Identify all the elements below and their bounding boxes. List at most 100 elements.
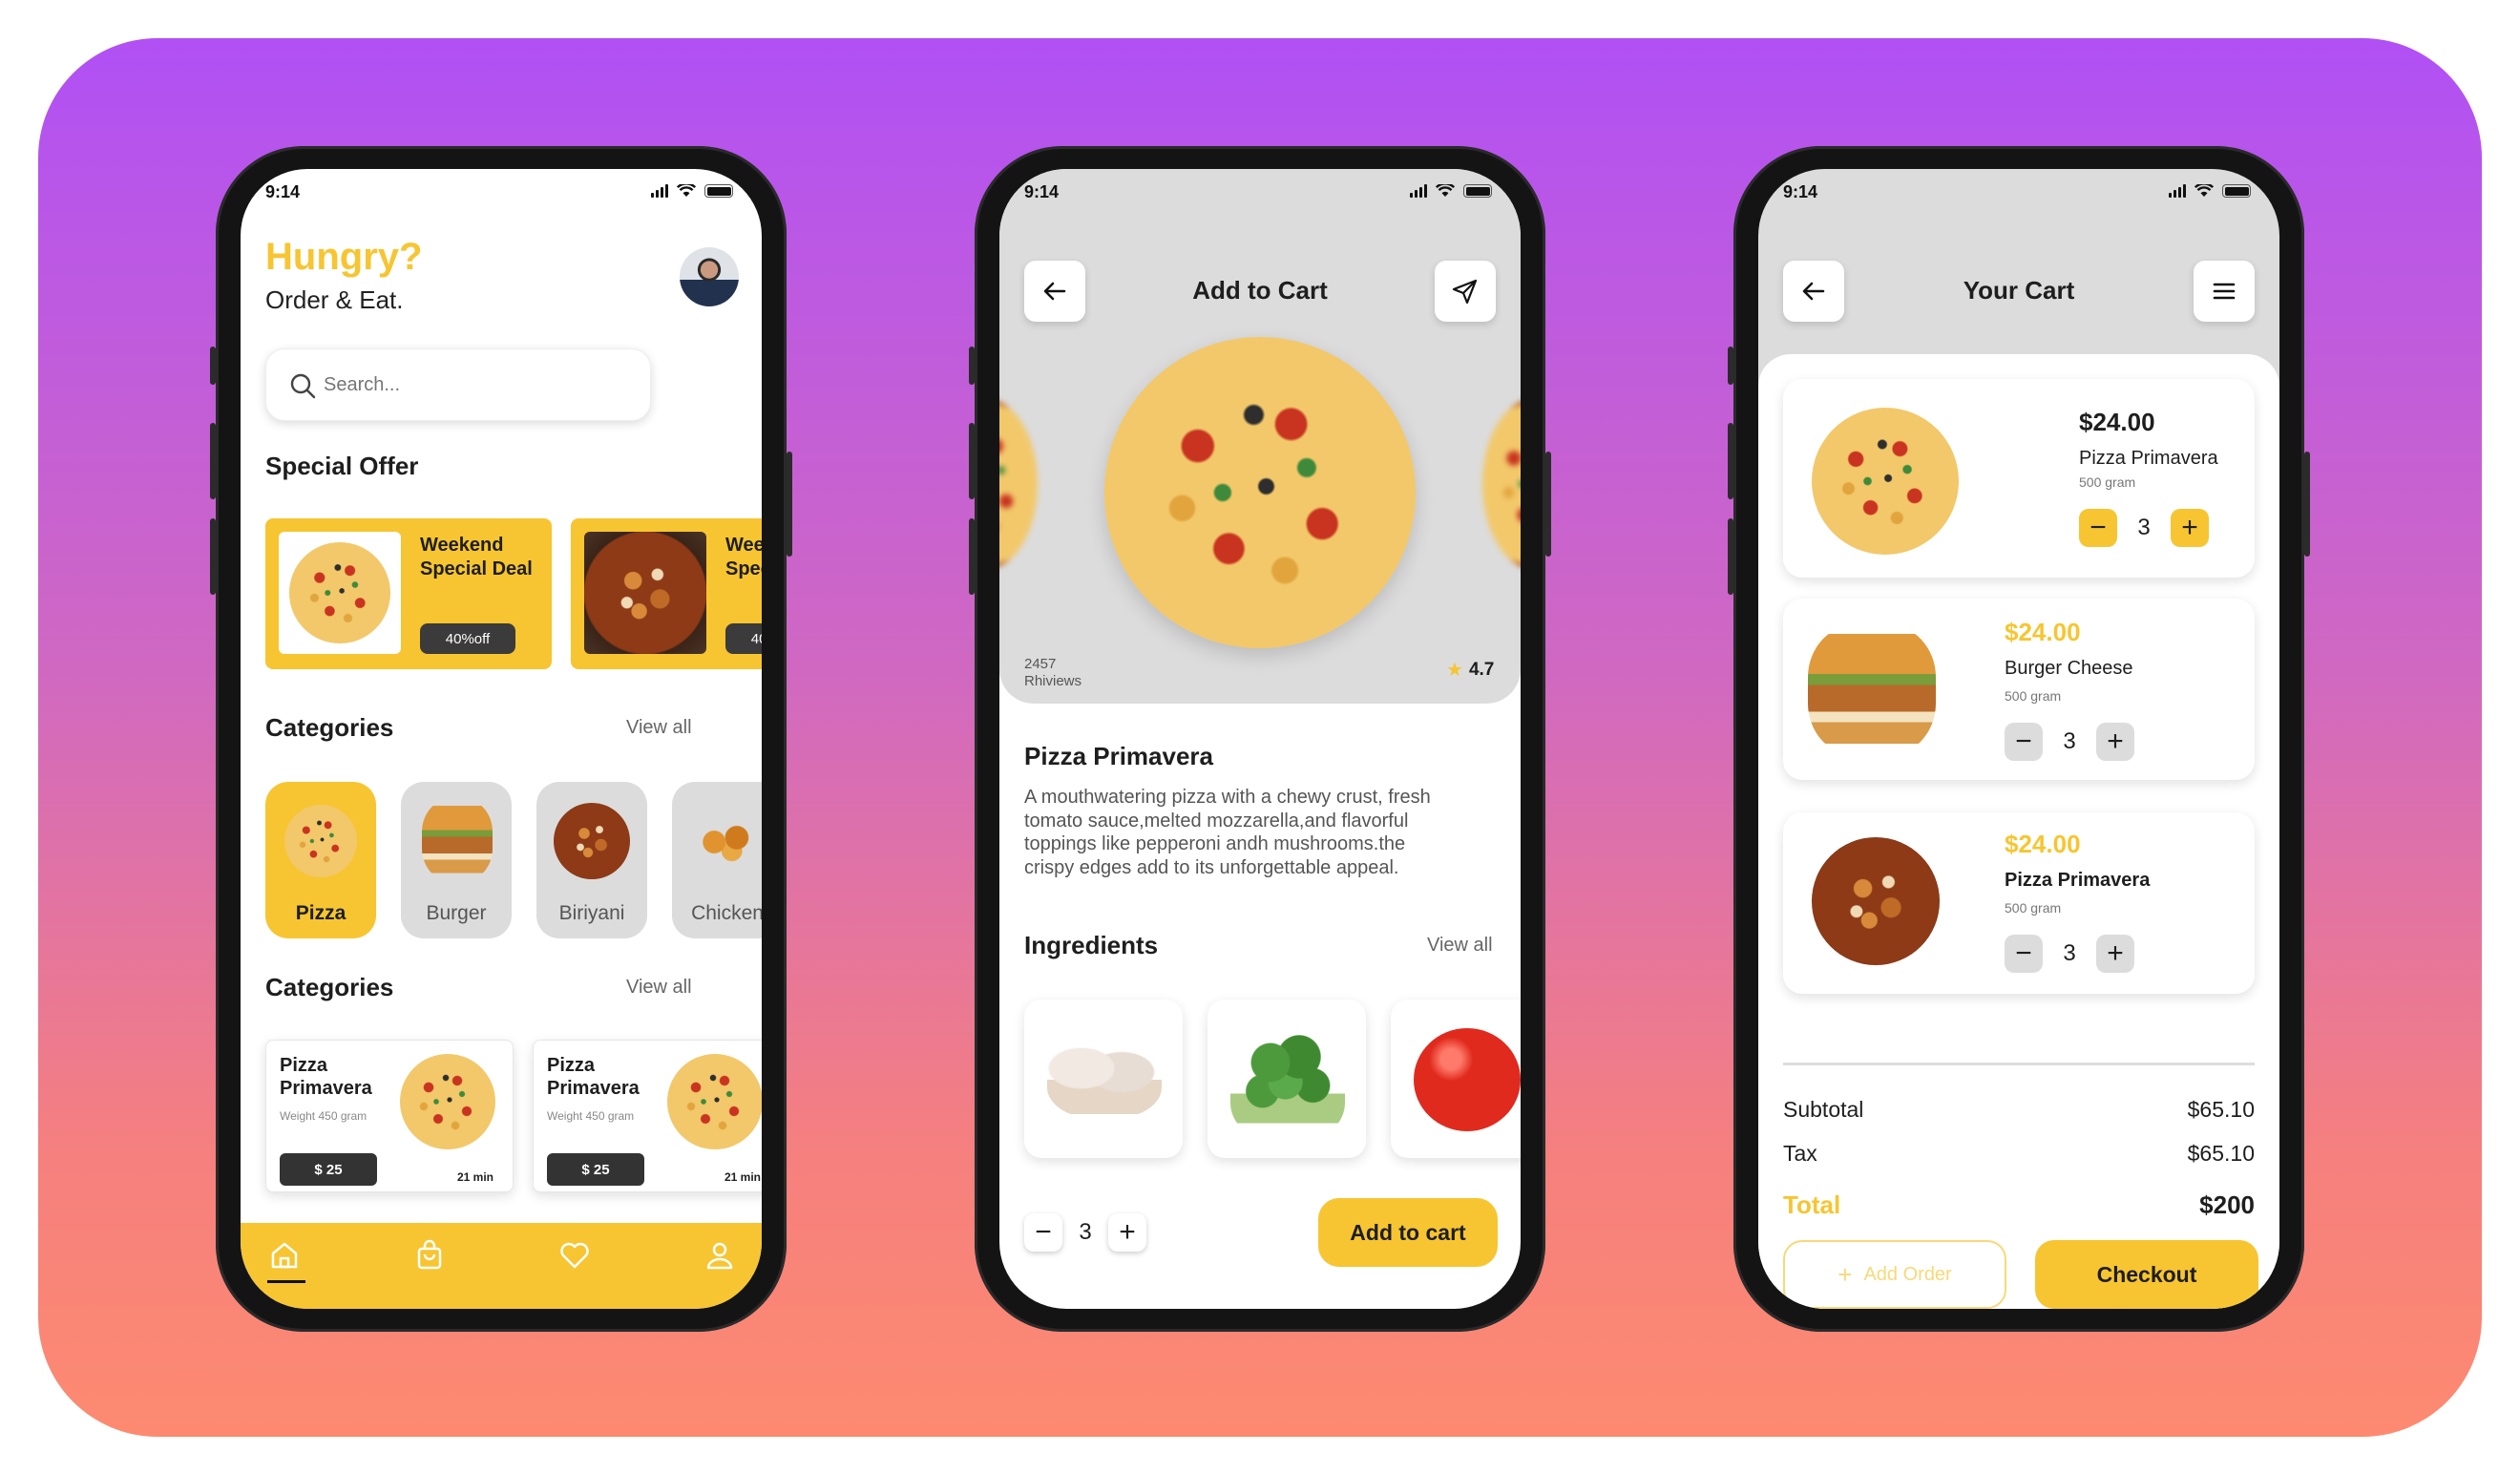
- ingredient-card[interactable]: [1391, 1000, 1521, 1158]
- gradient-background: 9:14 Hungry? Order & Eat. Special Offer: [38, 38, 2482, 1437]
- cart-item[interactable]: $24.00 Pizza Primavera 500 gram − 3 +: [1783, 812, 2255, 994]
- quantity-value: 3: [2063, 940, 2076, 966]
- tax-value: $65.10: [2187, 1141, 2255, 1166]
- view-all-link[interactable]: View all: [626, 717, 692, 739]
- cart-screen: 9:14 Your Cart $24.00 Pizza Primavera 50…: [1758, 169, 2279, 1309]
- decrement-button[interactable]: −: [1024, 1213, 1062, 1252]
- wifi-icon: [1436, 184, 1455, 197]
- cart-item-weight: 500 gram: [2005, 900, 2062, 916]
- cart-item-price: $24.00: [2005, 830, 2081, 858]
- rating-value: 4.7: [1468, 659, 1495, 680]
- cart-item-price: $24.00: [2079, 408, 2155, 436]
- phone-cart: 9:14 Your Cart $24.00 Pizza Primavera 50…: [1728, 146, 2310, 1332]
- burger-icon: [422, 799, 493, 881]
- product-price: $ 25: [280, 1153, 377, 1186]
- offer-card[interactable]: Weekend Special Deal 40%off: [265, 518, 552, 669]
- pizza-icon: [284, 805, 357, 877]
- decrement-button[interactable]: −: [2005, 935, 2043, 973]
- offer-title-line2: Special Deal: [420, 558, 533, 579]
- offer-card[interactable]: Weekend Special Deal 40%off: [571, 518, 762, 669]
- status-time: 9:14: [1783, 182, 1818, 201]
- category-biriyani[interactable]: Biriyani: [536, 782, 647, 938]
- wifi-icon: [677, 184, 696, 197]
- cart-item-weight: 500 gram: [2005, 688, 2062, 704]
- product-description: A mouthwatering pizza with a chewy crust…: [1024, 787, 1431, 878]
- reviews-label: Rhiviews: [1024, 673, 1082, 689]
- decrement-button[interactable]: −: [2005, 723, 2043, 761]
- increment-button[interactable]: +: [2096, 723, 2134, 761]
- status-time: 9:14: [1024, 182, 1060, 201]
- menu-button[interactable]: [2194, 261, 2255, 322]
- increment-button[interactable]: +: [2171, 509, 2209, 547]
- pizza-hero-image: [1104, 337, 1416, 648]
- search-icon: [290, 373, 316, 399]
- cart-item-name: Burger Cheese: [2005, 658, 2133, 679]
- user-icon[interactable]: [703, 1238, 737, 1273]
- category-label: Burger: [426, 902, 487, 924]
- cart-item-name: Pizza Primavera: [2079, 448, 2218, 469]
- product-weight: Weight 450 gram: [547, 1109, 635, 1123]
- pizza-image: [289, 542, 390, 643]
- offer-title-line1: Weekend: [420, 535, 504, 556]
- cart-item-name: Pizza Primavera: [2005, 870, 2151, 891]
- share-button[interactable]: [1435, 261, 1496, 322]
- ingredient-card[interactable]: [1024, 1000, 1183, 1158]
- product-card[interactable]: Pizza Primavera Weight 450 gram $ 25 21 …: [533, 1040, 762, 1192]
- offer-title-line1: Weekend: [725, 535, 762, 556]
- pizza-image-next: [1482, 398, 1521, 570]
- ingredients-title: Ingredients: [1024, 931, 1159, 959]
- increment-button[interactable]: +: [2096, 935, 2134, 973]
- category-chicken[interactable]: Chicken: [672, 782, 762, 938]
- product-name: Pizza Primavera: [1024, 742, 1214, 770]
- battery-icon: [704, 184, 733, 198]
- bag-icon[interactable]: [412, 1238, 447, 1273]
- special-offer-title: Special Offer: [265, 452, 419, 480]
- nav-home[interactable]: [267, 1238, 305, 1286]
- offer-badge: 40%off: [725, 623, 762, 654]
- view-all-link[interactable]: View all: [1427, 935, 1493, 957]
- add-order-button[interactable]: + Add Order: [1783, 1240, 2006, 1309]
- pizza-image: [1812, 408, 1959, 555]
- status-bar: 9:14: [999, 169, 1521, 217]
- divider: [1783, 1063, 2255, 1065]
- offer-badge: 40%off: [420, 623, 515, 654]
- checkout-button[interactable]: Checkout: [2035, 1240, 2258, 1309]
- quantity-value: 3: [2137, 515, 2151, 540]
- decrement-button[interactable]: −: [2079, 509, 2117, 547]
- phone-home: 9:14 Hungry? Order & Eat. Special Offer: [210, 146, 792, 1332]
- product-card[interactable]: Pizza Primavera Weight 450 gram $ 25 21 …: [265, 1040, 514, 1192]
- view-all-link[interactable]: View all: [626, 977, 692, 999]
- search-input[interactable]: [324, 368, 629, 401]
- category-burger[interactable]: Burger: [401, 782, 512, 938]
- product-name-line1: Pizza: [547, 1055, 596, 1076]
- add-order-label: Add Order: [1863, 1263, 1952, 1285]
- avatar[interactable]: [680, 247, 739, 306]
- status-bar: 9:14: [241, 169, 762, 217]
- status-time: 9:14: [265, 182, 301, 201]
- plus-icon: +: [1838, 1259, 1853, 1289]
- home-screen: 9:14 Hungry? Order & Eat. Special Offer: [241, 169, 762, 1309]
- product-name-line1: Pizza: [280, 1055, 328, 1076]
- offer-title-line2: Special Deal: [725, 558, 762, 579]
- increment-button[interactable]: +: [1108, 1213, 1146, 1252]
- product-time: 21 min: [457, 1170, 494, 1184]
- cart-item[interactable]: $24.00 Burger Cheese 500 gram − 3 +: [1783, 599, 2255, 780]
- category-pizza[interactable]: Pizza: [265, 782, 376, 938]
- detail-screen: 2457 Rhiviews ★ 4.7 9:14 Add to Cart Piz…: [999, 169, 1521, 1309]
- status-bar: 9:14: [1758, 169, 2279, 217]
- search-bar[interactable]: [265, 348, 651, 421]
- total-value: $200: [2199, 1190, 2255, 1219]
- add-to-cart-button[interactable]: Add to cart: [1318, 1198, 1498, 1267]
- cart-item[interactable]: $24.00 Pizza Primavera 500 gram − 3 +: [1783, 379, 2255, 578]
- product-name-line2: Primavera: [547, 1078, 640, 1099]
- greeting: Hungry?: [265, 236, 423, 278]
- product-name-line2: Primavera: [280, 1078, 372, 1099]
- biriyani-icon: [554, 803, 630, 879]
- signal-icon: [651, 184, 668, 198]
- tomato-icon: [1414, 1028, 1521, 1131]
- heart-icon[interactable]: [557, 1238, 592, 1273]
- categories-title-2: Categories: [265, 973, 394, 1001]
- battery-icon: [2222, 184, 2251, 198]
- ingredient-card[interactable]: [1208, 1000, 1366, 1158]
- biriyani-image: [1812, 837, 1940, 965]
